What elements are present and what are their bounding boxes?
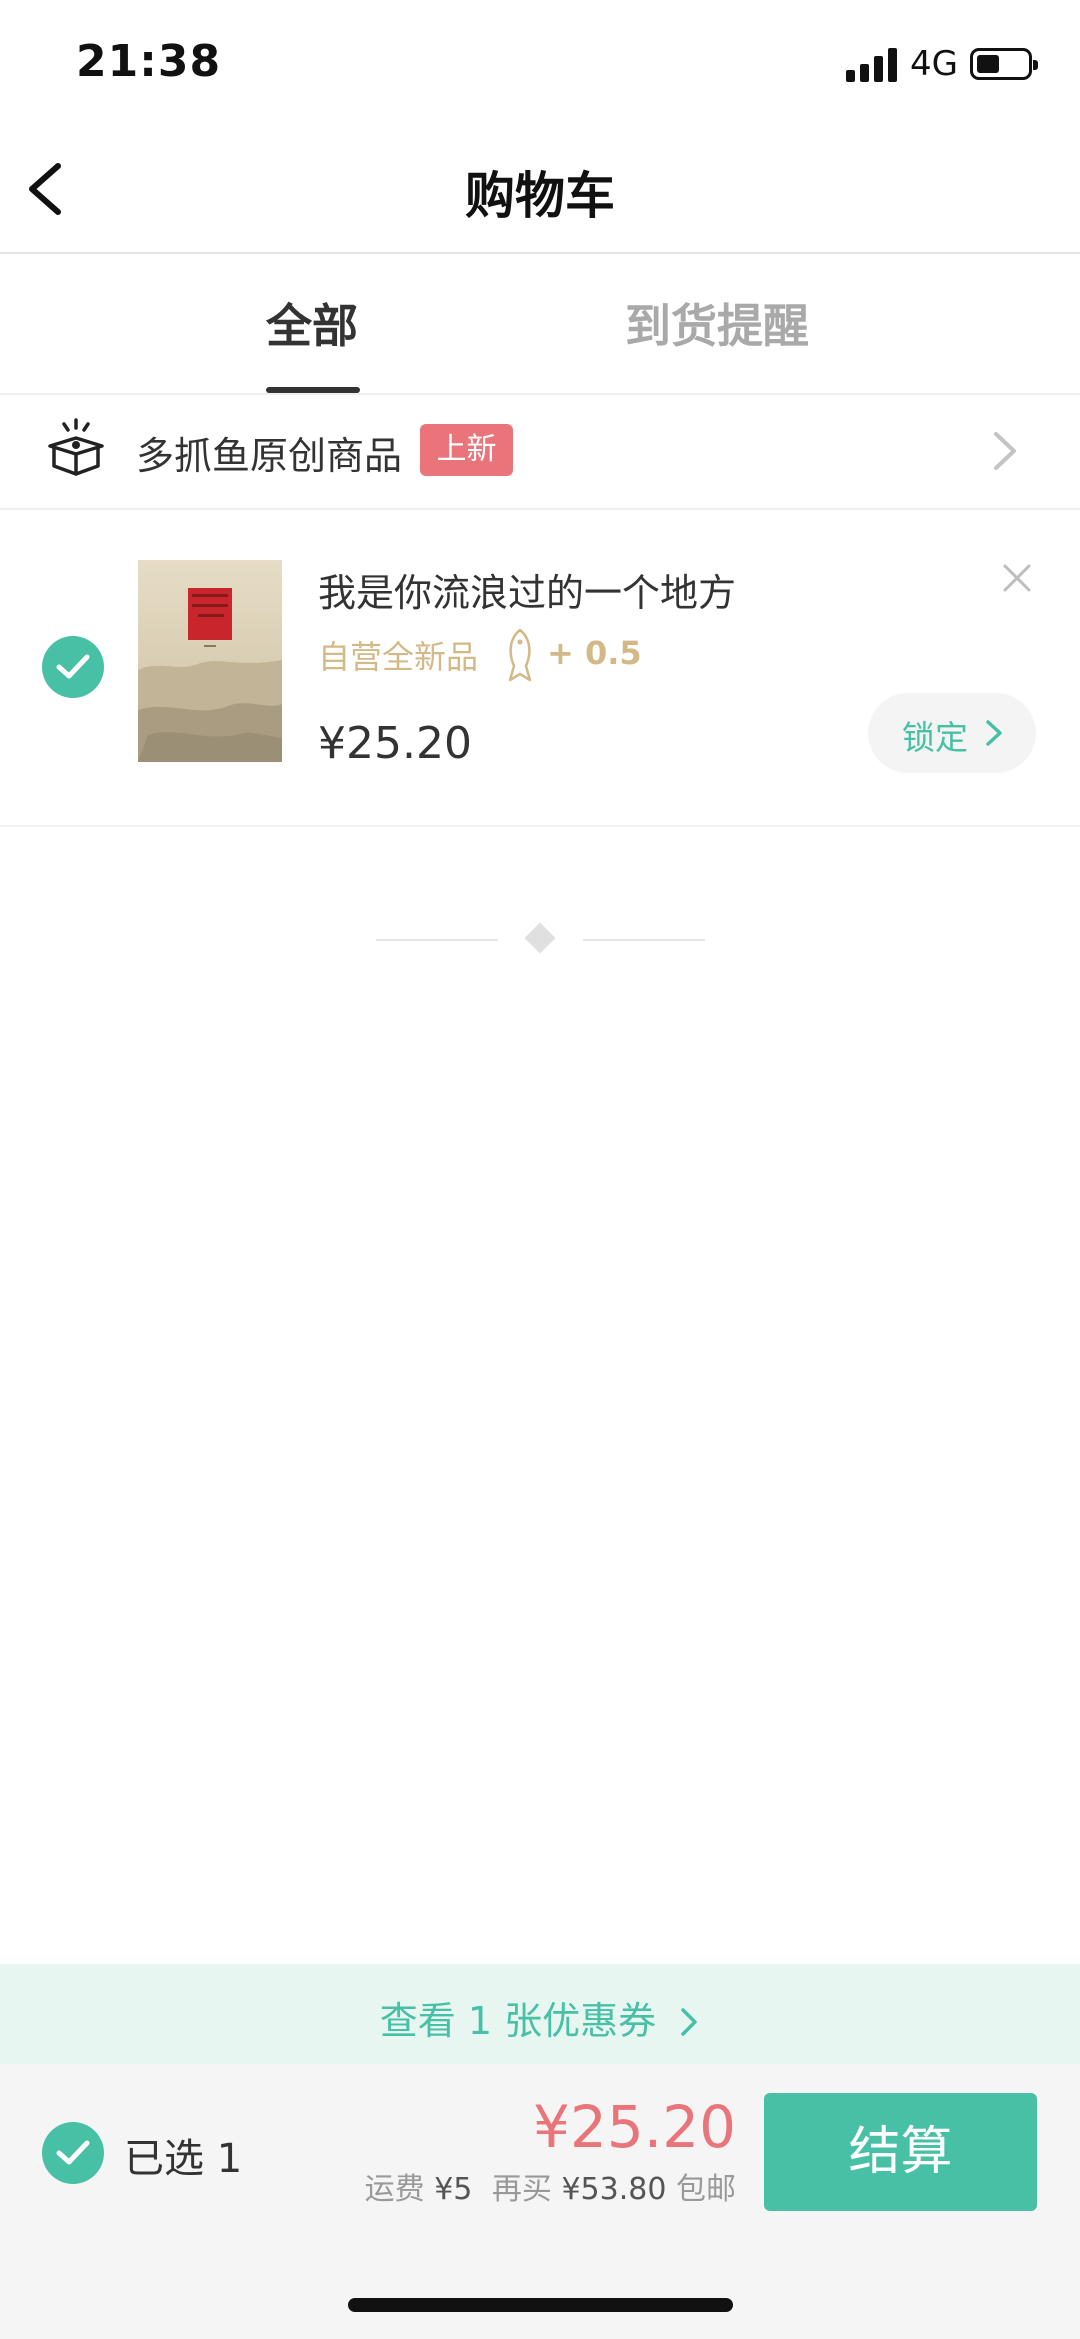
more-label: 再买 [491,2172,552,2207]
end-divider-left [376,939,498,941]
chevron-right-icon [986,720,1002,746]
fish-icon [504,626,536,686]
new-badge: 上新 [420,424,513,476]
lock-button-label: 锁定 [902,718,968,757]
network-label: 4G [910,44,958,84]
chevron-right-icon [681,2008,697,2036]
status-time: 21:38 [76,36,222,87]
check-icon [56,2140,90,2165]
shipping-info: 运费 ¥5 再买 ¥53.80 包邮 [365,2164,736,2208]
tabs-divider [0,393,1080,395]
tab-all[interactable]: 全部 [266,290,358,356]
item-checkbox[interactable] [42,636,104,698]
item-tag: 自营全新品 [318,638,479,676]
select-all-checkbox[interactable] [42,2122,104,2184]
chevron-right-icon[interactable] [990,428,1020,474]
remove-item-button[interactable] [1000,561,1034,595]
shop-box-icon [44,416,108,480]
lock-button[interactable]: 锁定 [868,693,1036,773]
close-icon [1003,564,1031,592]
shop-divider [0,508,1080,510]
bonus-points: + 0.5 [547,634,642,672]
diamond-icon [524,922,556,954]
coupon-label: 查看 1 张优惠券 [379,1999,657,2043]
free-shipping-label: 包邮 [676,2172,736,2207]
total-price: ¥25.20 [533,2093,736,2161]
check-icon [56,654,90,679]
shop-name[interactable]: 多抓鱼原创商品 [136,425,402,480]
signal-icon [846,46,900,82]
tab-arrival-reminder[interactable]: 到货提醒 [625,290,809,356]
more-value: ¥53.80 [561,2172,667,2207]
home-indicator[interactable] [348,2298,733,2312]
item-title[interactable]: 我是你流浪过的一个地方 [318,562,736,617]
header-divider [0,252,1080,254]
selected-count: 已选 1 [124,2136,243,2182]
item-price: ¥25.20 [318,718,472,769]
shipping-value: ¥5 [434,2172,473,2207]
checkout-button[interactable]: 结算 [764,2093,1037,2211]
coupon-bar[interactable]: 查看 1 张优惠券 [0,1964,1080,2064]
battery-icon [970,48,1038,80]
item-divider [0,825,1080,827]
page-title: 购物车 [465,167,615,225]
shipping-label: 运费 [364,2172,425,2207]
end-divider-right [583,939,705,941]
book-cover-image[interactable] [138,560,282,762]
